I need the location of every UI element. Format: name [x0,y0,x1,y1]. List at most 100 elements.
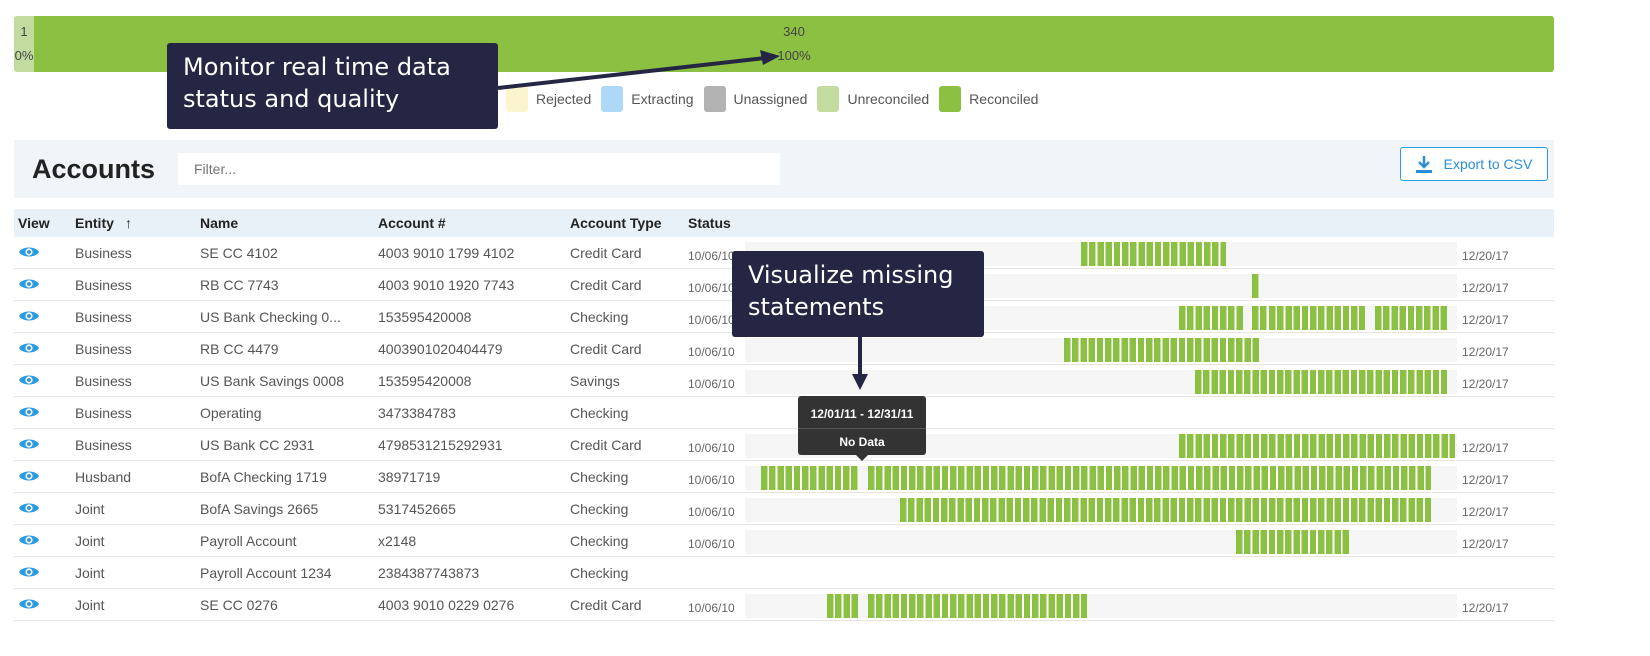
name-cell: US Bank Checking 0... [200,309,341,325]
col-name[interactable]: Name [200,215,238,231]
statement-timeline[interactable] [745,530,1457,554]
statement-bar[interactable] [867,594,1088,618]
table-row[interactable]: Husband BofA Checking 1719 38971719 Chec… [14,461,1554,493]
timeline-start-date: 10/06/10 [688,537,735,551]
timeline-start-date: 10/06/10 [688,601,735,615]
table-row[interactable]: Joint Payroll Account x2148 Checking 10/0… [14,525,1554,557]
statement-bar[interactable] [1178,306,1219,330]
table-row[interactable]: Joint BofA Savings 2665 5317452665 Check… [14,493,1554,525]
statement-bar[interactable] [867,466,1431,490]
timeline-start-date: 10/06/10 [688,345,735,359]
statement-bar[interactable] [1375,306,1448,330]
legend-label: Reconciled [969,91,1039,107]
callout-monitor: Monitor real time data status and qualit… [167,43,498,129]
account-cell: 153595420008 [378,373,472,389]
name-cell: Payroll Account [200,533,297,549]
type-cell: Credit Card [570,277,642,293]
statement-bar[interactable] [1219,306,1243,330]
view-eye-icon[interactable] [18,597,40,611]
timeline-end-date: 12/20/17 [1462,281,1509,295]
sort-asc-icon[interactable]: ↑ [125,215,132,231]
statement-bar[interactable] [1178,434,1456,458]
statement-bar[interactable] [1195,370,1448,394]
timeline-start-date: 10/06/10 [688,505,735,519]
view-eye-icon[interactable] [18,565,40,579]
timeline-end-date: 12/20/17 [1462,249,1509,263]
type-cell: Checking [570,565,629,581]
view-eye-icon[interactable] [18,437,40,451]
statement-bar[interactable] [1064,338,1260,362]
legend-swatch [817,86,840,112]
filter-input[interactable] [178,153,780,185]
table-row[interactable]: Business US Bank Savings 0008 1535954200… [14,365,1554,397]
statement-timeline[interactable] [745,466,1457,490]
col-view: View [18,215,50,231]
col-entity[interactable]: Entity [75,215,114,231]
entity-cell: Joint [75,597,105,613]
table-row[interactable]: Joint Payroll Account 1234 2384387743873… [14,557,1554,589]
col-account[interactable]: Account # [378,215,446,231]
type-cell: Checking [570,469,629,485]
name-cell: RB CC 7743 [200,277,279,293]
timeline-end-date: 12/20/17 [1462,377,1509,391]
view-eye-icon[interactable] [18,341,40,355]
view-eye-icon[interactable] [18,277,40,291]
page-title: Accounts [32,154,156,184]
view-eye-icon[interactable] [18,309,40,323]
view-eye-icon[interactable] [18,501,40,515]
timeline-start-date: 10/06/10 [688,377,735,391]
name-cell: BofA Savings 2665 [200,501,319,517]
table-row[interactable]: Business RB CC 4479 4003901020404479 Cre… [14,333,1554,365]
entity-cell: Business [75,341,132,357]
view-eye-icon[interactable] [18,469,40,483]
account-cell: 38971719 [378,469,441,485]
summary-segment-unreconciled[interactable]: 1 0% [14,16,34,72]
table-row[interactable]: Joint SE CC 0276 4003 9010 0229 0276 Cre… [14,589,1554,621]
view-eye-icon[interactable] [18,533,40,547]
entity-cell: Business [75,437,132,453]
entity-cell: Business [75,277,132,293]
timeline-start-date: 10/06/10 [688,249,735,263]
view-eye-icon[interactable] [18,405,40,419]
statement-bar[interactable] [900,498,1431,522]
entity-cell: Joint [75,565,105,581]
statement-bar[interactable] [1080,242,1227,266]
view-eye-icon[interactable] [18,245,40,259]
statement-bar[interactable] [1236,530,1350,554]
accounts-header-panel: Accounts Export to CSV [14,140,1554,198]
timeline-end-date: 12/20/17 [1462,537,1509,551]
type-cell: Savings [570,373,620,389]
statement-bar[interactable] [761,466,859,490]
entity-cell: Joint [75,501,105,517]
name-cell: US Bank CC 2931 [200,437,315,453]
table-row[interactable]: Business Operating 3473384783 Checking [14,397,1554,429]
type-cell: Checking [570,533,629,549]
name-cell: BofA Checking 1719 [200,469,327,485]
legend-item[interactable]: Reconciled [939,86,1038,112]
timeline-end-date: 12/20/17 [1462,313,1509,327]
statement-bar[interactable] [826,594,859,618]
statement-bar[interactable] [1252,306,1268,330]
statement-bar[interactable] [1268,306,1366,330]
col-type[interactable]: Account Type [570,215,662,231]
account-cell: 4798531215292931 [378,437,503,453]
name-cell: SE CC 4102 [200,245,278,261]
timeline-start-date: 10/06/10 [688,441,735,455]
account-cell: 4003 9010 1799 4102 [378,245,515,261]
entity-cell: Joint [75,533,105,549]
export-csv-button[interactable]: Export to CSV [1400,147,1548,181]
table-row[interactable]: Business US Bank CC 2931 479853121529293… [14,429,1554,461]
name-cell: US Bank Savings 0008 [200,373,344,389]
type-cell: Credit Card [570,341,642,357]
download-icon [1415,156,1432,173]
table-header: View Entity ↑ Name Account # Account Typ… [14,209,1554,237]
entity-cell: Business [75,309,132,325]
view-eye-icon[interactable] [18,373,40,387]
statement-bar[interactable] [1252,274,1260,298]
statement-timeline[interactable] [745,498,1457,522]
callout-arrow-down [852,336,868,390]
statement-timeline[interactable] [745,594,1457,618]
legend-item[interactable]: Unreconciled [817,86,929,112]
timeline-end-date: 12/20/17 [1462,505,1509,519]
col-status[interactable]: Status [688,215,731,231]
